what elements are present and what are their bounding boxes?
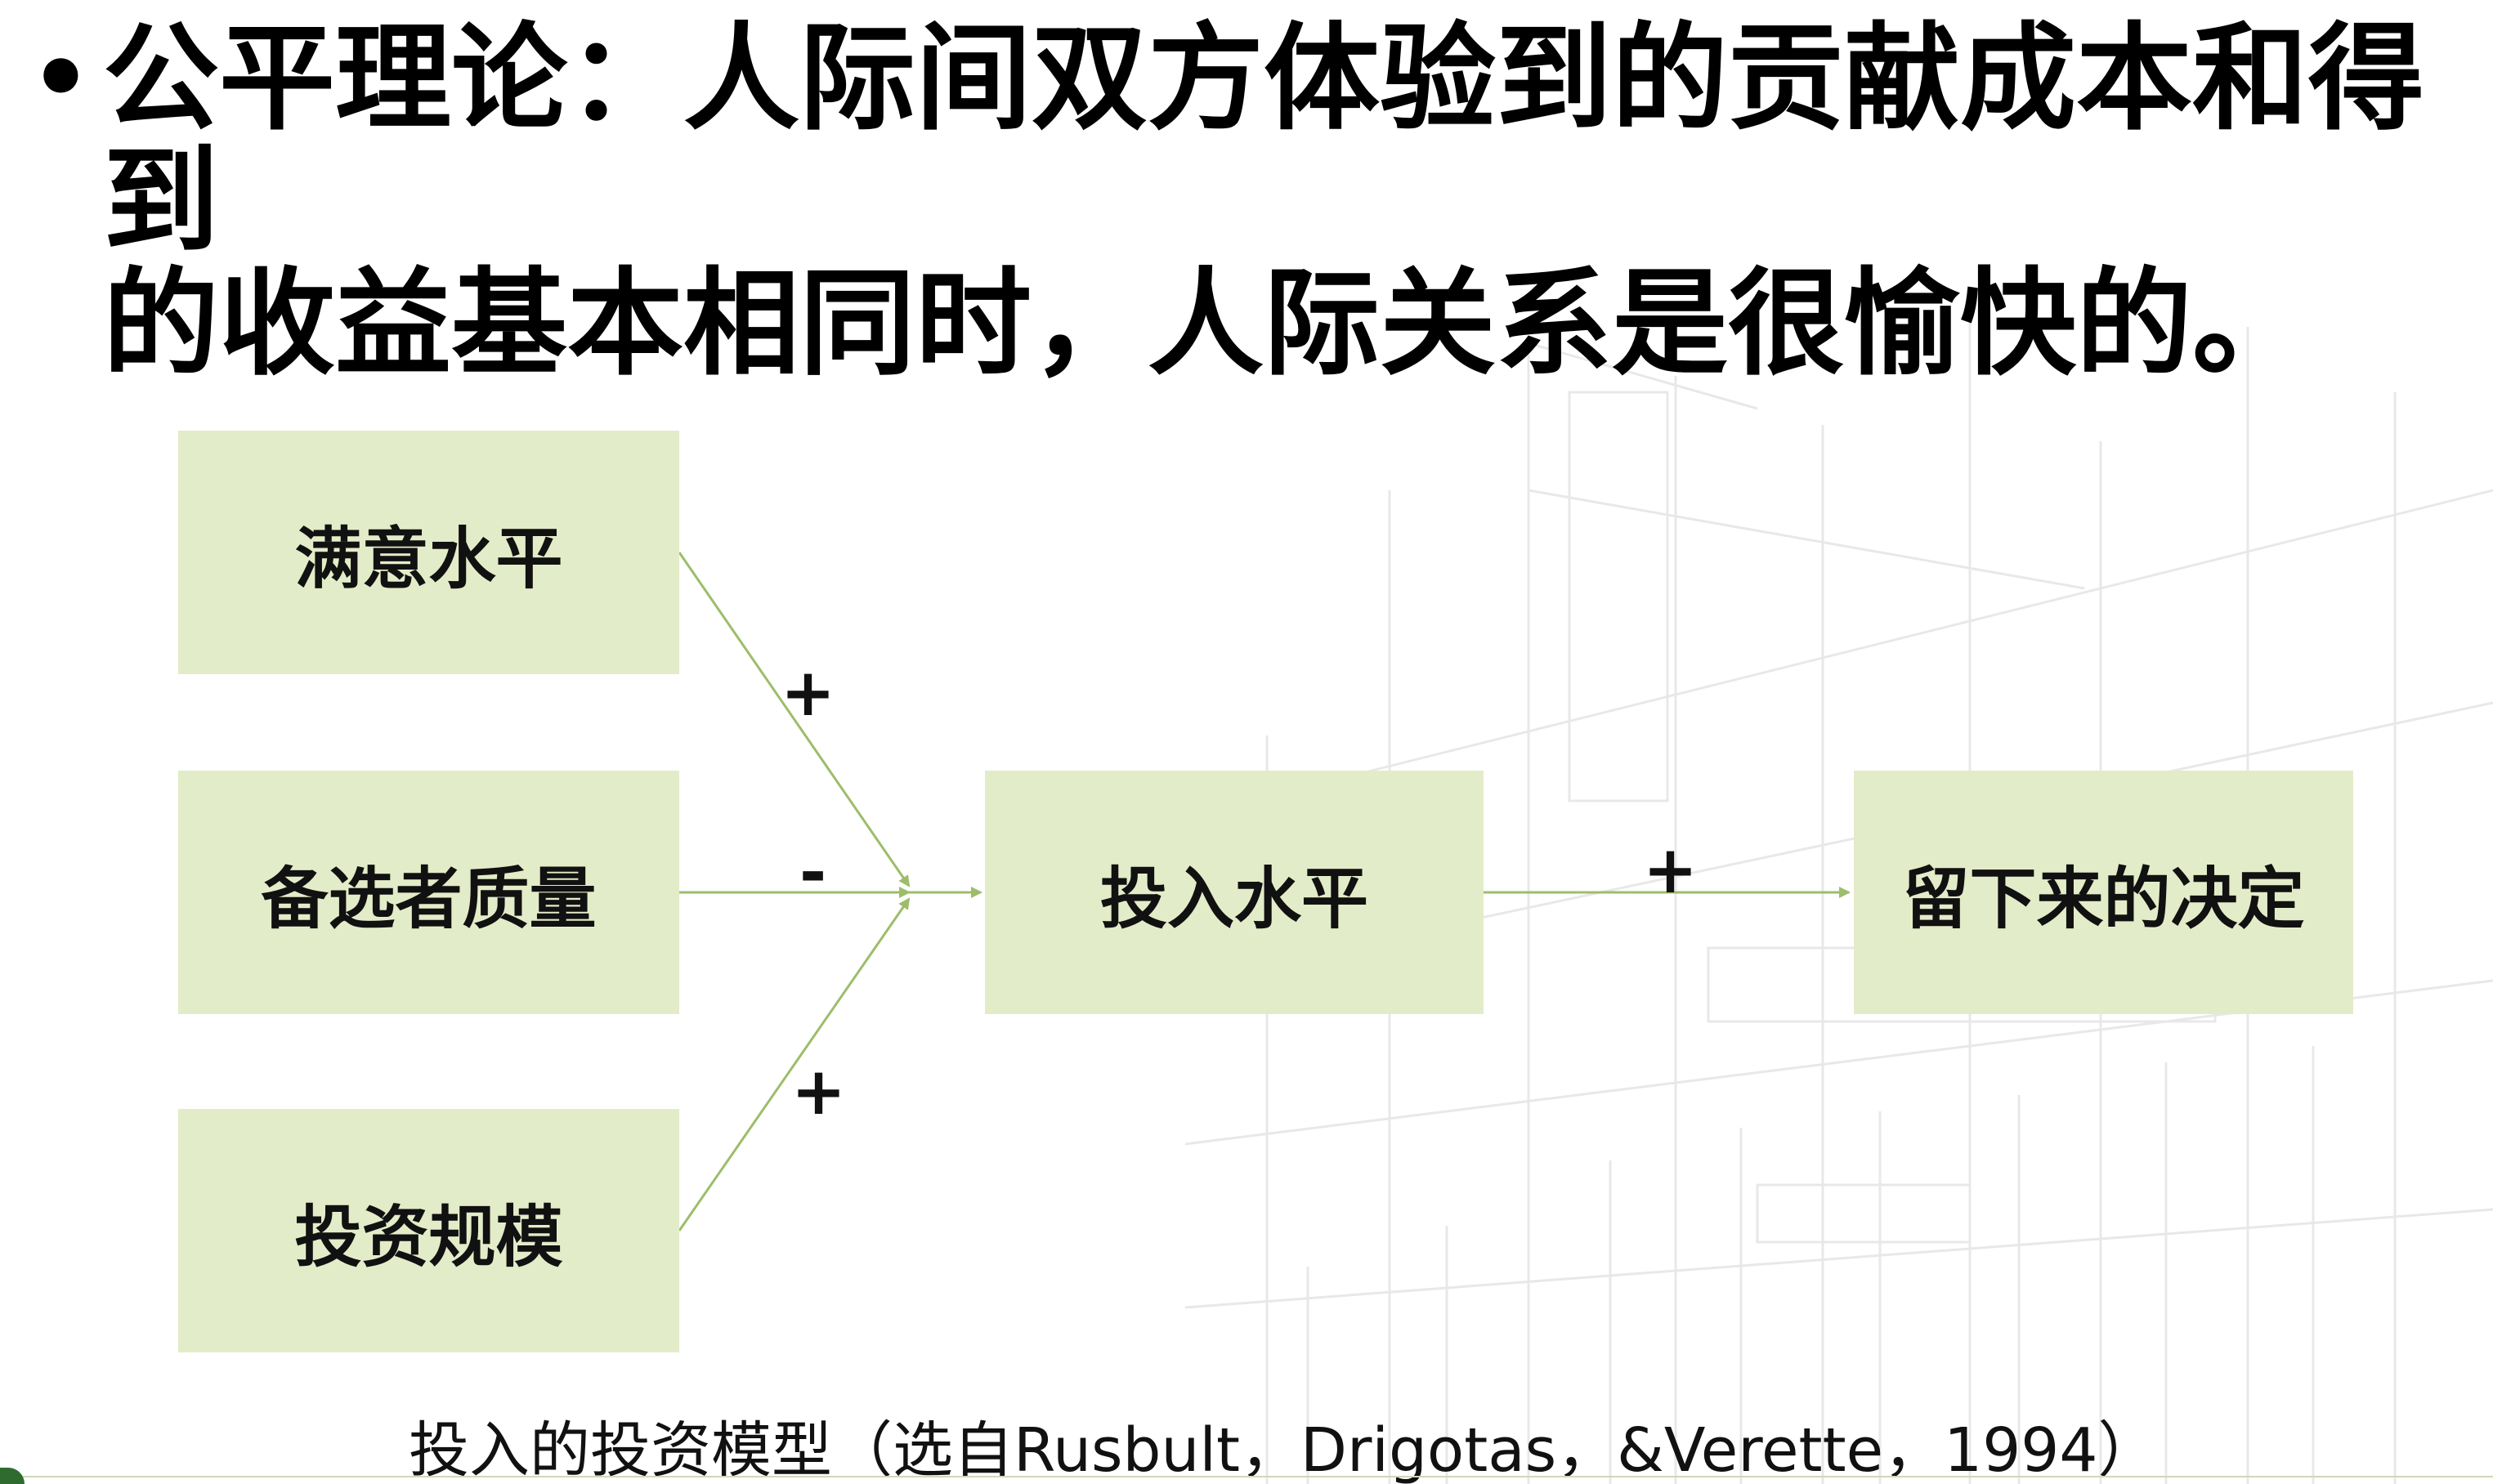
box-stay-decision: 留下来的决定: [1854, 771, 2353, 1014]
sign-alternatives-negative: -: [799, 834, 827, 910]
box-commitment-level: 投入水平: [985, 771, 1484, 1014]
sign-commitment-positive: +: [1643, 832, 1699, 908]
box-quality-of-alternatives: 备选者质量: [178, 771, 679, 1014]
box-satisfaction-level: 满意水平: [178, 431, 679, 674]
figure-caption: 投入的投资模型（选自Rusbult，Drigotas，&Verette，1994…: [409, 1415, 2159, 1484]
sign-satisfaction-positive: +: [781, 655, 836, 731]
sign-investment-positive: +: [791, 1053, 847, 1129]
box-investment-size: 投资规模: [178, 1109, 679, 1352]
bottom-divider: [0, 1476, 2493, 1477]
slide: • 公平理论：人际间双方体验到的贡献成本和得到 的收益基本相同时，人际关系是很愉…: [0, 0, 2493, 1484]
